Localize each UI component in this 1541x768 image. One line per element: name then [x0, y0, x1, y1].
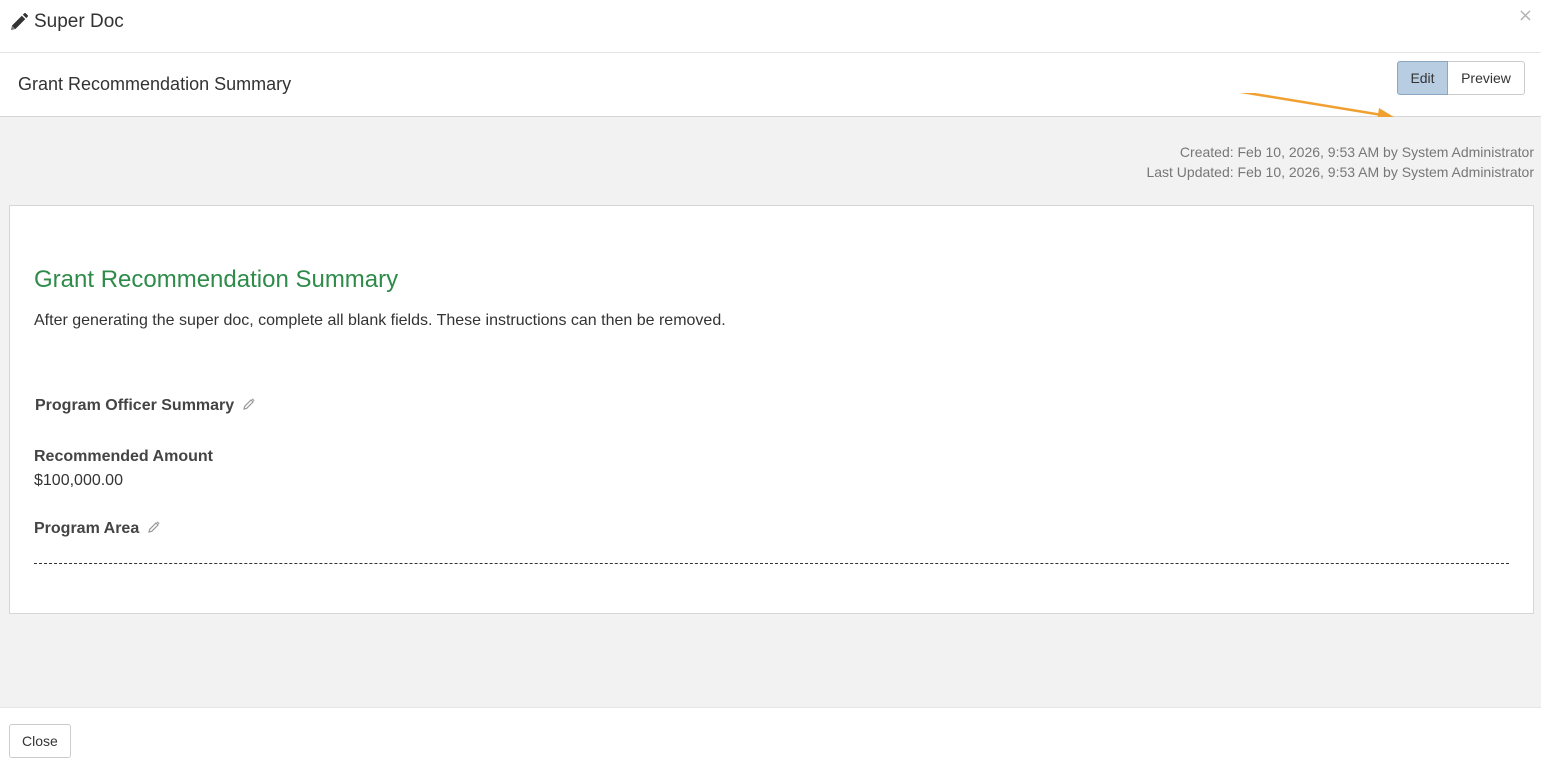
recommended-amount-value: $100,000.00	[34, 472, 123, 489]
modal-footer: Close	[0, 707, 1541, 768]
field-program-area: Program Area	[34, 520, 160, 538]
field-label: Program Area	[34, 520, 140, 537]
preview-button[interactable]: Preview	[1448, 61, 1525, 95]
document-metadata: Created: Feb 10, 2026, 9:53 AM by System…	[1146, 142, 1534, 182]
created-info: Created: Feb 10, 2026, 9:53 AM by System…	[1179, 144, 1534, 160]
field-label: Program Officer Summary	[35, 397, 235, 414]
close-icon[interactable]: ×	[1518, 6, 1533, 26]
pencil-icon[interactable]	[148, 520, 160, 538]
content-area[interactable]: Created: Feb 10, 2026, 9:53 AM by System…	[0, 117, 1541, 707]
document-instructions: After generating the super doc, complete…	[34, 312, 726, 329]
document-toolbar: Grant Recommendation Summary Edit Previe…	[0, 53, 1541, 122]
modal-title-text: Super Doc	[34, 11, 124, 32]
edit-button[interactable]: Edit	[1397, 61, 1448, 95]
close-button[interactable]: Close	[9, 724, 71, 758]
field-label: Recommended Amount	[34, 448, 213, 465]
last-updated-info: Last Updated: Feb 10, 2026, 9:53 AM by S…	[1146, 164, 1534, 180]
document-editor[interactable]: Grant Recommendation Summary After gener…	[9, 205, 1534, 614]
pencil-icon[interactable]	[243, 397, 255, 415]
document-heading: Grant Recommendation Summary	[34, 266, 399, 293]
dashed-divider	[34, 563, 1509, 564]
mode-toggle: Edit Preview	[1397, 61, 1525, 95]
field-recommended-amount: Recommended Amount	[34, 448, 213, 466]
modal-title: Super Doc	[9, 11, 124, 33]
field-program-officer-summary: Program Officer Summary	[35, 397, 255, 415]
document-title: Grant Recommendation Summary	[18, 74, 292, 94]
modal-header: Super Doc ×	[0, 0, 1541, 53]
pencil-icon	[9, 12, 28, 32]
